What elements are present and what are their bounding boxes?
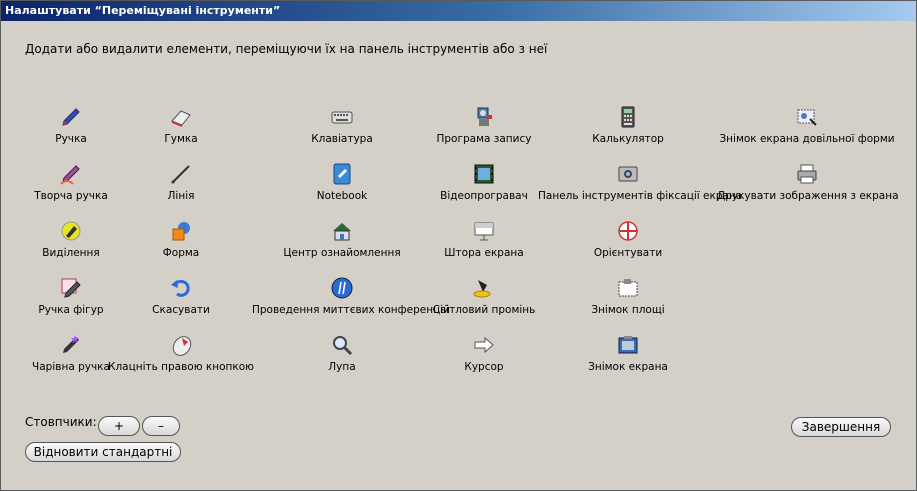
- screen-shade-icon: [471, 218, 497, 244]
- tool-label: Скасувати: [152, 304, 210, 316]
- keyboard-icon: [329, 104, 355, 130]
- right-click-icon: [168, 332, 194, 358]
- tool-label: Клацніть правою кнопкою: [107, 361, 255, 373]
- video-player-icon: [471, 161, 497, 187]
- spotlight-icon: [471, 275, 497, 301]
- columns-label: Стовпчики:: [25, 415, 97, 429]
- line-icon: [168, 161, 194, 187]
- tool-label: Панель інструментів фіксації екрана: [538, 190, 743, 202]
- tool-label: Знімок екрана: [588, 361, 668, 373]
- tool-item[interactable]: Гумка: [91, 104, 271, 148]
- window-title: Налаштувати “Переміщувані інструменти”: [1, 1, 916, 21]
- undo-icon: [168, 275, 194, 301]
- creative-pen-icon: [58, 161, 84, 187]
- screen-capture-icon: [615, 332, 641, 358]
- freeform-capture-icon: [794, 104, 820, 130]
- tool-item[interactable]: Знімок площі: [538, 275, 718, 319]
- shape-icon: [168, 218, 194, 244]
- tool-item[interactable]: Клацніть правою кнопкою: [91, 332, 271, 376]
- screen-capture-toolbar-icon: [615, 161, 641, 187]
- tool-label: Форма: [162, 247, 200, 259]
- tool-label: Орієнтувати: [593, 247, 663, 259]
- highlighter-icon: [58, 218, 84, 244]
- area-capture-icon: [615, 275, 641, 301]
- done-button[interactable]: Завершення: [791, 417, 891, 437]
- tool-label: Калькулятор: [592, 133, 664, 145]
- tool-item[interactable]: Скасувати: [91, 275, 271, 319]
- magnifier-icon: [329, 332, 355, 358]
- tool-item[interactable]: Панель інструментів фіксації екрана: [538, 161, 743, 205]
- tool-item[interactable]: Знімок екрана: [538, 332, 718, 376]
- orient-icon: [615, 218, 641, 244]
- customize-toolbar-window: Налаштувати “Переміщувані інструменти” Д…: [0, 0, 917, 491]
- shape-pen-icon: [58, 275, 84, 301]
- tool-item[interactable]: Лінія: [91, 161, 271, 205]
- magic-pen-icon: [58, 332, 84, 358]
- instant-conference-icon: [329, 275, 355, 301]
- tool-label: Лінія: [167, 190, 195, 202]
- remove-column-button[interactable]: –: [142, 416, 180, 436]
- recorder-icon: [471, 104, 497, 130]
- restore-defaults-button[interactable]: Відновити стандартні: [25, 442, 181, 462]
- notebook-icon: [329, 161, 355, 187]
- cursor-icon: [471, 332, 497, 358]
- welcome-center-icon: [329, 218, 355, 244]
- tool-label: Друкувати зображення з екрана: [717, 190, 899, 202]
- eraser-icon: [168, 104, 194, 130]
- tool-item[interactable]: Друкувати зображення з екрана: [717, 161, 899, 205]
- instruction-text: Додати або видалити елементи, переміщуюч…: [25, 42, 548, 56]
- tool-item[interactable]: Орієнтувати: [538, 218, 718, 262]
- tool-item[interactable]: Калькулятор: [538, 104, 718, 148]
- calculator-icon: [615, 104, 641, 130]
- tool-item[interactable]: Форма: [91, 218, 271, 262]
- tool-label: Гумка: [164, 133, 198, 145]
- print-screen-icon: [794, 161, 820, 187]
- tool-label: Знімок площі: [591, 304, 665, 316]
- tool-label: Знімок екрана довільної форми: [719, 133, 895, 145]
- pen-icon: [58, 104, 84, 130]
- tool-item[interactable]: Знімок екрана довільної форми: [717, 104, 897, 148]
- add-column-button[interactable]: +: [98, 416, 140, 436]
